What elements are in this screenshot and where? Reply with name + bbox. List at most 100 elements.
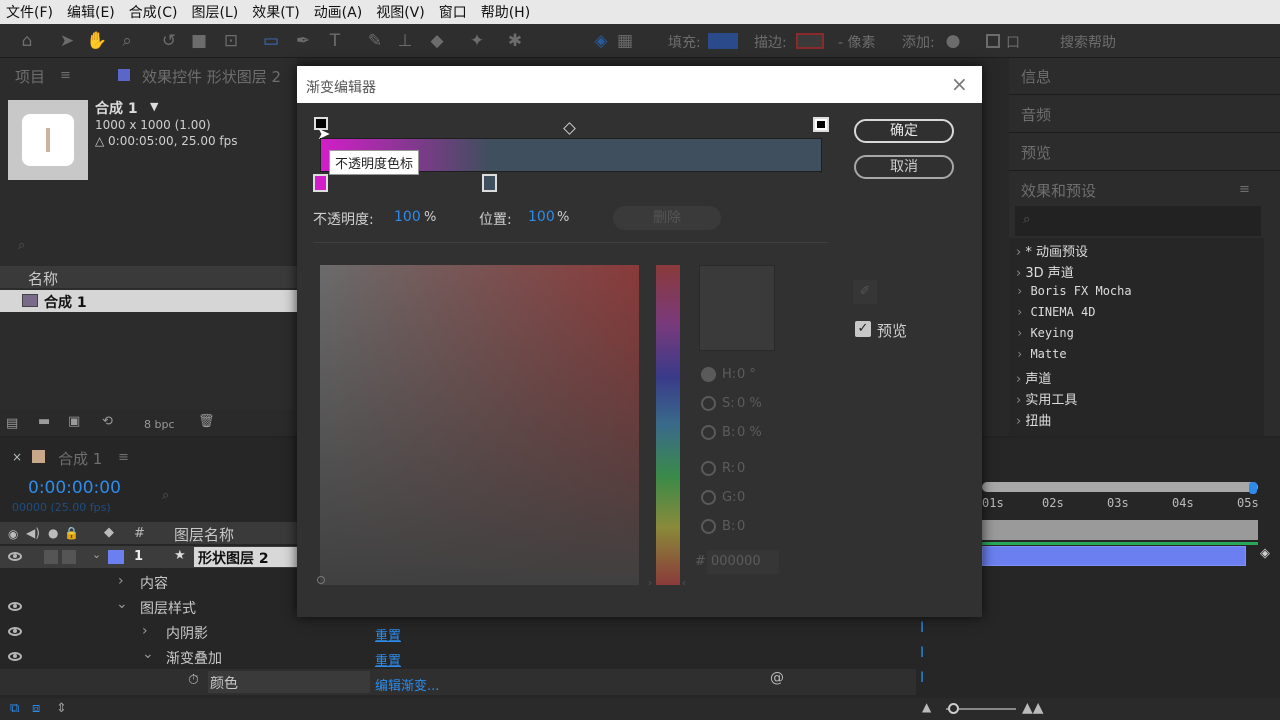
home-icon[interactable]: ⌂	[16, 30, 38, 52]
effects-item-boris-fx-mocha[interactable]: › Boris FX Mocha	[1016, 284, 1132, 298]
effects-item-channel[interactable]: › 声道	[1016, 368, 1051, 387]
info-panel-title[interactable]: 信息	[1021, 66, 1051, 87]
eyedropper-icon[interactable]: ✐	[853, 280, 877, 304]
timeline-menu-icon[interactable]: ≡	[118, 450, 129, 465]
color-field-picker-circle[interactable]	[317, 576, 325, 584]
timeline-comp-tab[interactable]: 合成 1	[58, 448, 102, 469]
ok-button[interactable]: 确定	[854, 119, 954, 143]
rectangle-tool-icon[interactable]: ▭	[260, 30, 282, 52]
project-tab[interactable]: 项目	[15, 66, 45, 87]
effects-item-cinema-4d[interactable]: › CINEMA 4D	[1016, 305, 1095, 319]
time-navigator-bar[interactable]	[982, 482, 1258, 492]
brush-tool-icon[interactable]: ✎	[364, 30, 386, 52]
puppet-tool-icon[interactable]: ✱	[504, 30, 526, 52]
keyframe-marker-1[interactable]: I	[920, 620, 924, 636]
menu-animation[interactable]: 动画(A)	[314, 2, 363, 22]
menu-composition[interactable]: 合成(C)	[129, 2, 178, 22]
roto-brush-tool-icon[interactable]: ✦	[466, 30, 488, 52]
close-tab-icon[interactable]: ×	[12, 450, 22, 464]
zoom-tool-icon[interactable]: ⌕	[116, 30, 138, 52]
menu-view[interactable]: 视图(V)	[376, 2, 425, 22]
type-tool-icon[interactable]: T	[324, 30, 346, 52]
search-help-label[interactable]: 搜索帮助	[1060, 32, 1116, 52]
search-icon[interactable]: ⌕	[18, 238, 25, 253]
trash-icon[interactable]: 🗑	[198, 414, 215, 429]
opacity-stop-right[interactable]	[813, 117, 829, 132]
blue-value[interactable]: 0	[737, 519, 745, 534]
camera-tool-icon[interactable]: ■	[188, 30, 210, 52]
keyframe-marker-2[interactable]: I	[920, 645, 924, 661]
color-stop-left[interactable]	[313, 174, 328, 192]
effects-item-matte[interactable]: › Matte	[1016, 347, 1067, 361]
add-circle-icon[interactable]: ●	[942, 30, 964, 52]
hand-tool-icon[interactable]: ✋	[86, 30, 108, 52]
snapping-icon[interactable]: ◈	[590, 30, 612, 52]
close-icon[interactable]: ×	[951, 72, 968, 96]
inner-shadow-expand-icon[interactable]: ›	[142, 623, 148, 639]
effects-item-3d-channel[interactable]: › 3D 声道	[1016, 262, 1074, 281]
hex-input[interactable]: 000000	[707, 550, 779, 574]
graph-editor-icon[interactable]: ⇕	[56, 701, 67, 716]
eraser-tool-icon[interactable]: ◆	[426, 30, 448, 52]
inner-shadow-label[interactable]: 内阴影	[166, 623, 208, 643]
layer-color-label[interactable]	[108, 550, 124, 564]
pan-behind-tool-icon[interactable]: ⊡	[220, 30, 242, 52]
contents-expand-icon[interactable]: ›	[118, 573, 124, 589]
menu-edit[interactable]: 编辑(E)	[67, 2, 115, 22]
effects-item-keying[interactable]: › Keying	[1016, 326, 1074, 340]
b-radio[interactable]	[701, 425, 716, 440]
new-composition-icon[interactable]: ▣	[68, 414, 80, 429]
layer-styles-collapse-icon[interactable]: ⌄	[116, 596, 128, 612]
g-value[interactable]: 0	[737, 490, 745, 505]
cancel-button[interactable]: 取消	[854, 155, 954, 179]
effects-item-utility[interactable]: › 实用工具	[1016, 389, 1077, 408]
rotate-tool-icon[interactable]: ↺	[158, 30, 180, 52]
position-value[interactable]: 100	[528, 209, 555, 225]
effects-item-distort[interactable]: › 扭曲	[1016, 410, 1051, 429]
menu-layer[interactable]: 图层(L)	[191, 2, 238, 22]
blue-radio[interactable]	[701, 519, 716, 534]
gradient-overlay-eye-icon[interactable]	[8, 652, 22, 661]
fill-swatch[interactable]	[708, 33, 738, 49]
solo-toggle[interactable]	[44, 550, 58, 564]
opacity-value[interactable]: 100	[394, 209, 421, 225]
preview-panel-title[interactable]: 预览	[1021, 142, 1051, 163]
color-field[interactable]	[320, 265, 639, 585]
gradient-overlay-label[interactable]: 渐变叠加	[166, 648, 222, 668]
stroke-swatch[interactable]	[796, 33, 824, 49]
layer-search-icon[interactable]: ⌕	[162, 488, 169, 503]
inner-shadow-reset-link[interactable]: 重置	[375, 625, 401, 644]
effects-item-animation-presets[interactable]: › * 动画预设	[1016, 241, 1088, 260]
stopwatch-icon[interactable]: ⏱	[188, 672, 199, 688]
zoom-out-mountain-icon[interactable]: ▲	[922, 700, 931, 714]
layer-visibility-eye-icon[interactable]	[8, 552, 22, 561]
clone-stamp-tool-icon[interactable]: ⊥	[394, 30, 416, 52]
menu-help[interactable]: 帮助(H)	[481, 2, 530, 22]
work-area-bar[interactable]	[982, 520, 1258, 540]
menu-file[interactable]: 文件(F)	[6, 2, 53, 22]
gradient-overlay-reset-link[interactable]: 重置	[375, 650, 401, 669]
pickwhip-spiral-icon[interactable]: @	[770, 670, 784, 686]
s-radio[interactable]	[701, 396, 716, 411]
effects-search-input[interactable]	[1015, 206, 1261, 236]
bpc-label[interactable]: 8 bpc	[144, 418, 175, 431]
search-help-checkbox-icon[interactable]	[986, 34, 1000, 48]
new-folder-icon[interactable]: ▬	[38, 414, 50, 429]
layer-styles-eye-icon[interactable]	[8, 602, 22, 611]
effects-controls-tab[interactable]: 效果控件 形状图层 2	[142, 66, 281, 87]
panel-menu-icon[interactable]: ≡	[60, 68, 71, 83]
zoom-in-mountain-icon[interactable]: ▲▲	[1022, 700, 1044, 716]
h-radio[interactable]	[701, 367, 716, 382]
column-layer-name-header[interactable]: 图层名称	[174, 524, 234, 545]
lock-toggle[interactable]	[62, 550, 76, 564]
keyframe-marker-3[interactable]: I	[920, 670, 924, 686]
comp-dropdown-icon[interactable]: ▼	[150, 100, 158, 113]
render-time-icon[interactable]: ⧈	[32, 701, 40, 716]
grid-snap-icon[interactable]: ▦	[614, 30, 636, 52]
hue-slider[interactable]	[656, 265, 680, 585]
gradient-overlay-collapse-icon[interactable]: ⌄	[142, 646, 154, 662]
g-radio[interactable]	[701, 490, 716, 505]
flowchart-icon[interactable]: ⟲	[102, 414, 113, 429]
timecode-display[interactable]: 0:00:00:00	[28, 478, 121, 498]
timeline-zoom-handle[interactable]	[948, 703, 959, 714]
